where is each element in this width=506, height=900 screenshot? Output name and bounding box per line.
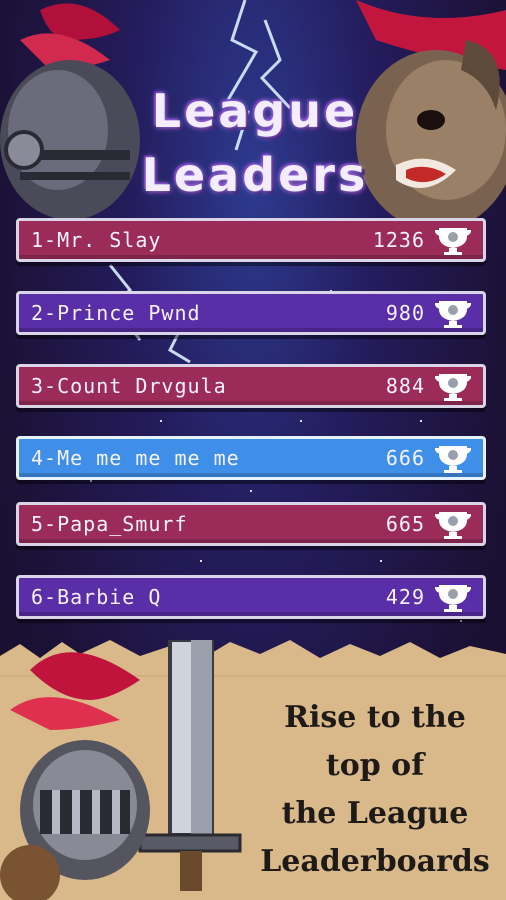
trophy-icon: [433, 370, 473, 402]
player-score: 1236: [372, 228, 425, 252]
tagline-line-2: top of: [325, 748, 425, 783]
player-score: 980: [385, 301, 425, 325]
tagline-line-1: Rise to the: [284, 700, 466, 735]
trophy-icon: [433, 442, 473, 474]
leaderboard-row[interactable]: 6-Barbie Q 429: [16, 575, 486, 619]
trophy-icon: [433, 297, 473, 329]
player-score: 429: [385, 585, 425, 609]
trophy-icon: [433, 224, 473, 256]
trophy-icon: [433, 581, 473, 613]
player-rank-name: 1-Mr. Slay: [31, 228, 162, 252]
leaderboard-row[interactable]: 2-Prince Pwnd 980: [16, 291, 486, 335]
knight-with-sword-art: [0, 640, 242, 900]
leaderboard-row[interactable]: 5-Papa_Smurf 665: [16, 502, 486, 546]
tagline-line-4: Leaderboards: [260, 844, 490, 879]
player-score: 665: [385, 512, 425, 536]
title-line-2: Leaders: [141, 148, 369, 202]
tagline-line-3: the League: [281, 796, 469, 831]
player-rank-name: 2-Prince Pwnd: [31, 301, 201, 325]
player-score: 884: [385, 374, 425, 398]
leaderboard-row[interactable]: 4-Me me me me me 666: [16, 436, 486, 480]
leaderboard-row[interactable]: 3-Count Drvgula 884: [16, 364, 486, 408]
player-rank-name: 6-Barbie Q: [31, 585, 162, 609]
leaderboard-row[interactable]: 1-Mr. Slay 1236: [16, 218, 486, 262]
tagline: Rise to the top of the League Leaderboar…: [244, 694, 506, 886]
player-rank-name: 4-Me me me me me: [31, 446, 240, 470]
player-rank-name: 5-Papa_Smurf: [31, 512, 188, 536]
game-screen: League Leaders 1-Mr. Slay 1236 2-Prince Pw…: [0, 0, 506, 900]
title-line-1: League: [151, 84, 359, 138]
trophy-icon: [433, 508, 473, 540]
player-rank-name: 3-Count Drvgula: [31, 374, 227, 398]
player-score: 666: [385, 446, 425, 470]
knight-helmet-art: [0, 3, 140, 220]
